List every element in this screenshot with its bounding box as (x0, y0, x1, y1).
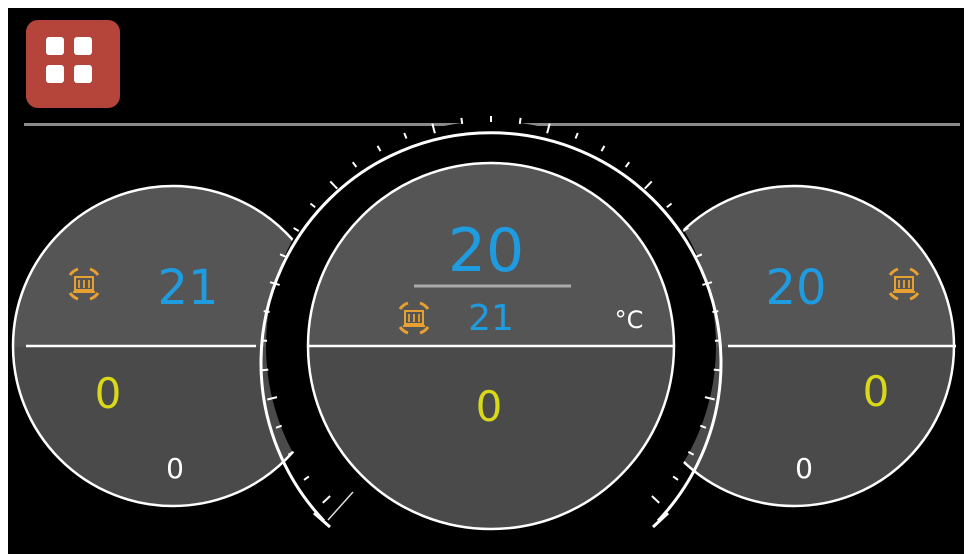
right-zone-output: 0 (863, 367, 890, 416)
left-zone-secondary-value: 0 (166, 452, 184, 485)
center-setpoint[interactable]: 20 (448, 216, 524, 286)
scale-tick (263, 310, 270, 314)
left-zone-output: 0 (95, 369, 122, 418)
scale-tick (518, 117, 522, 124)
scale-tick (303, 475, 310, 481)
right-zone-temperature: 20 (765, 260, 826, 316)
scale-tick (262, 368, 269, 372)
center-temperature: 21 (468, 298, 514, 339)
thermostat-screen: 21 0 0 20 0 0 20 21 °C 0 (8, 8, 964, 554)
scale-tick (403, 132, 408, 139)
scale-tick (666, 202, 673, 209)
scale-tick (600, 145, 606, 152)
scale-tick (376, 145, 382, 152)
scale-tick (309, 202, 316, 209)
scale-tick (460, 117, 464, 124)
scale-tick (712, 310, 719, 314)
scale-tick (293, 227, 300, 232)
scale-tick (672, 475, 679, 481)
center-output: 0 (476, 382, 503, 431)
scale-tick (574, 132, 579, 139)
right-zone-secondary-value: 0 (795, 452, 813, 485)
left-zone-temperature: 21 (157, 260, 218, 316)
scale-tick (624, 161, 631, 168)
center-zone-dial[interactable]: 20 21 °C 0 (259, 116, 723, 554)
scale-tick (351, 161, 358, 168)
scale-tick (713, 368, 720, 372)
center-unit: °C (615, 306, 644, 334)
